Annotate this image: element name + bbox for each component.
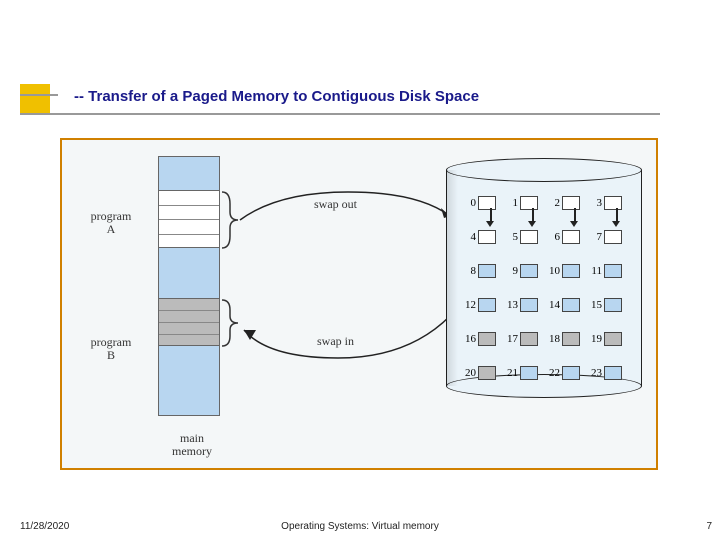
disk-block: 18 — [546, 324, 586, 354]
disk-block: 6 — [546, 222, 586, 252]
program-a-pages — [158, 190, 220, 248]
disk-block: 8 — [462, 256, 502, 286]
disk-block: 7 — [588, 222, 628, 252]
disk-block: 19 — [588, 324, 628, 354]
disk-block: 4 — [462, 222, 502, 252]
disk-block: 2 — [546, 188, 586, 218]
slide-title: -- Transfer of a Paged Memory to Contigu… — [74, 88, 479, 105]
disk-block: 11 — [588, 256, 628, 286]
arrow-icon — [490, 208, 492, 222]
disk-block: 22 — [546, 358, 586, 388]
arrow-icon — [532, 208, 534, 222]
disk-block: 15 — [588, 290, 628, 320]
disk-block: 20 — [462, 358, 502, 388]
disk-block: 16 — [462, 324, 502, 354]
main-memory-label: mainmemory — [152, 432, 232, 458]
bracket-program-a — [220, 190, 240, 250]
disk-block: 23 — [588, 358, 628, 388]
disk-block: 14 — [546, 290, 586, 320]
arrow-icon — [574, 208, 576, 222]
disk-block: 13 — [504, 290, 544, 320]
swap-out-arrow — [238, 190, 458, 250]
disk-block: 1 — [504, 188, 544, 218]
swap-in-arrow — [238, 310, 458, 370]
disk-block: 3 — [588, 188, 628, 218]
disk-block: 17 — [504, 324, 544, 354]
disk-block: 9 — [504, 256, 544, 286]
disk-block: 5 — [504, 222, 544, 252]
disk-block: 10 — [546, 256, 586, 286]
bracket-program-b — [220, 298, 240, 348]
program-a-label: programA — [76, 210, 146, 236]
main-memory-column — [158, 156, 220, 416]
arrow-icon — [616, 208, 618, 222]
footer-page-number: 7 — [706, 521, 712, 532]
disk-cylinder: 01234567891011121314151617181920212223 — [446, 158, 642, 398]
disk-block: 21 — [504, 358, 544, 388]
disk-block-grid: 01234567891011121314151617181920212223 — [462, 188, 628, 388]
diagram-frame: programA programB mainmemory swap out sw… — [60, 138, 658, 470]
program-b-label: programB — [76, 336, 146, 362]
disk-block: 12 — [462, 290, 502, 320]
disk-block: 0 — [462, 188, 502, 218]
footer-title: Operating Systems: Virtual memory — [0, 521, 720, 532]
program-b-pages — [158, 298, 220, 346]
